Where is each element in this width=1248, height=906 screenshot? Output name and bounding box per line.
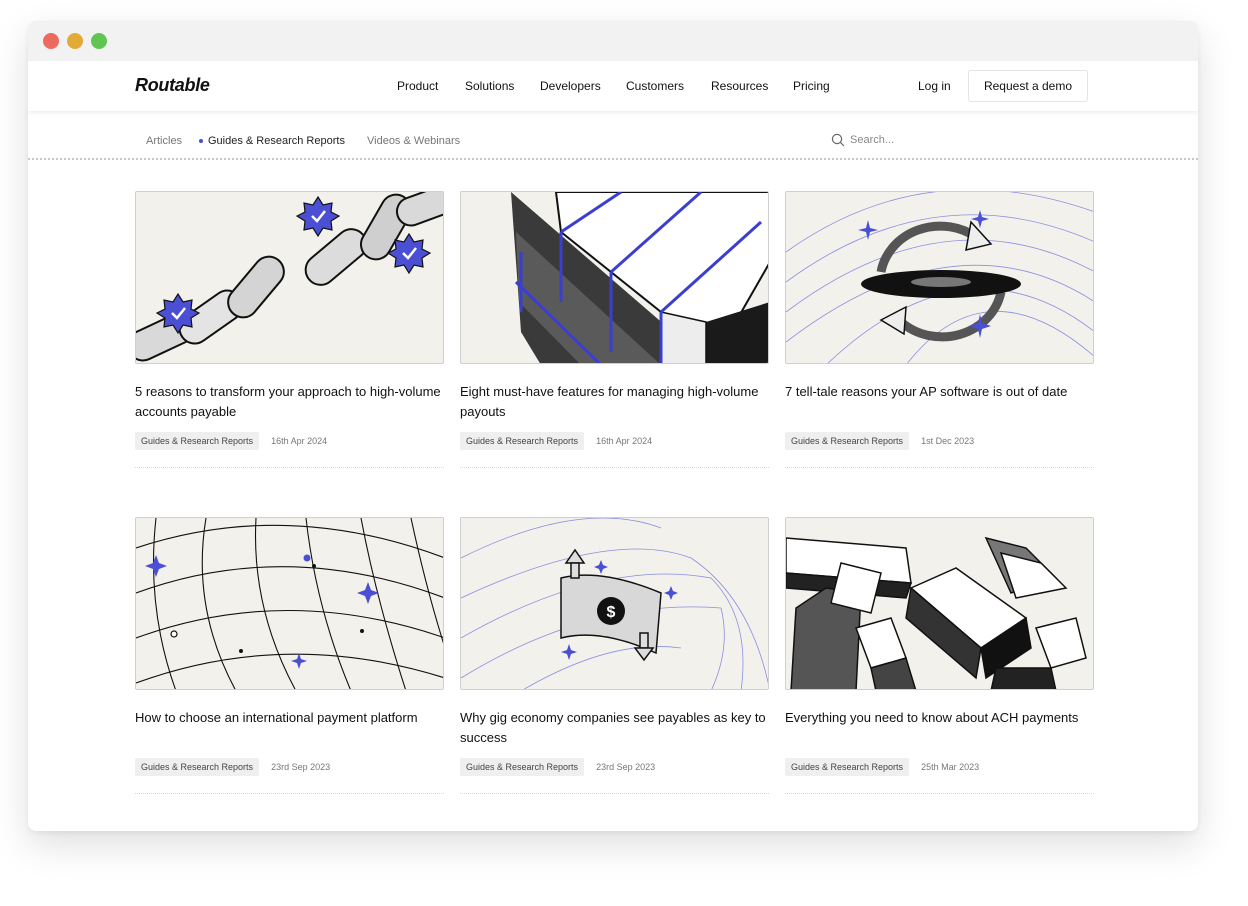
article-date: 25th Mar 2023 [921,762,980,772]
dollar-bill-icon: $ [461,518,768,689]
article-category-tag[interactable]: Guides & Research Reports [785,758,910,776]
article-title[interactable]: Why gig economy companies see payables a… [460,708,766,748]
article-thumbnail [135,517,444,690]
resource-filter-bar: Articles Guides & Research Reports Video… [28,111,1198,157]
card-divider [135,793,444,794]
nav-item-developers[interactable]: Developers [540,79,601,93]
article-meta: Guides & Research Reports 16th Apr 2024 [135,432,445,450]
brand-logo[interactable]: Routable [135,75,210,96]
nav-item-customers[interactable]: Customers [626,79,684,93]
nav-item-product[interactable]: Product [397,79,438,93]
card-divider [135,467,444,468]
article-card[interactable]: $ Why gig economy companies see payables… [460,517,770,794]
article-meta: Guides & Research Reports 23rd Sep 2023 [460,758,770,776]
article-date: 16th Apr 2024 [271,436,328,446]
refresh-arrows-icon [786,192,1093,363]
card-divider [785,467,1094,468]
nav-item-resources[interactable]: Resources [711,79,768,93]
article-category-tag[interactable]: Guides & Research Reports [785,432,910,450]
article-thumbnail [785,191,1094,364]
minimize-window-button[interactable] [67,33,83,49]
section-divider [28,158,1198,160]
login-link[interactable]: Log in [918,79,951,93]
stacked-blocks-icon [461,192,768,363]
article-title[interactable]: 5 reasons to transform your approach to … [135,382,441,422]
top-navbar: Routable Product Solutions Developers Cu… [28,61,1198,111]
article-card[interactable]: How to choose an international payment p… [135,517,445,794]
article-thumbnail [460,191,769,364]
filter-videos-webinars[interactable]: Videos & Webinars [367,135,460,147]
article-category-tag[interactable]: Guides & Research Reports [460,432,585,450]
card-divider [460,793,769,794]
svg-text:$: $ [607,604,616,621]
article-date: 1st Dec 2023 [921,436,975,446]
search-icon [831,133,845,147]
maximize-window-button[interactable] [91,33,107,49]
article-card[interactable]: Everything you need to know about ACH pa… [785,517,1095,794]
article-meta: Guides & Research Reports 25th Mar 2023 [785,758,1095,776]
article-thumbnail [785,517,1094,690]
article-title[interactable]: How to choose an international payment p… [135,708,441,748]
article-card[interactable]: Eight must-have features for managing hi… [460,191,770,468]
article-card[interactable]: 5 reasons to transform your approach to … [135,191,445,468]
close-window-button[interactable] [43,33,59,49]
chain-links-icon [136,192,443,363]
globe-grid-icon [136,518,443,689]
card-divider [785,793,1094,794]
article-category-tag[interactable]: Guides & Research Reports [135,432,260,450]
nav-item-pricing[interactable]: Pricing [793,79,830,93]
article-title[interactable]: Eight must-have features for managing hi… [460,382,766,422]
article-meta: Guides & Research Reports 16th Apr 2024 [460,432,770,450]
scattered-blocks-icon [786,518,1093,689]
search-input[interactable] [850,131,1000,149]
article-thumbnail: $ [460,517,769,690]
active-filter-indicator [199,139,203,143]
browser-window: Routable Product Solutions Developers Cu… [28,21,1198,831]
article-meta: Guides & Research Reports 23rd Sep 2023 [135,758,445,776]
window-titlebar [28,21,1198,61]
article-card[interactable]: 7 tell-tale reasons your AP software is … [785,191,1095,468]
article-meta: Guides & Research Reports 1st Dec 2023 [785,432,1095,450]
article-date: 23rd Sep 2023 [596,762,656,772]
article-category-tag[interactable]: Guides & Research Reports [135,758,260,776]
article-thumbnail [135,191,444,364]
article-title[interactable]: Everything you need to know about ACH pa… [785,708,1091,748]
article-date: 23rd Sep 2023 [271,762,331,772]
article-title[interactable]: 7 tell-tale reasons your AP software is … [785,382,1091,422]
article-category-tag[interactable]: Guides & Research Reports [460,758,585,776]
nav-item-solutions[interactable]: Solutions [465,79,514,93]
filter-articles[interactable]: Articles [146,135,182,147]
request-demo-button[interactable]: Request a demo [968,70,1088,102]
card-divider [460,467,769,468]
article-date: 16th Apr 2024 [596,436,653,446]
filter-guides-research-reports[interactable]: Guides & Research Reports [208,135,345,147]
